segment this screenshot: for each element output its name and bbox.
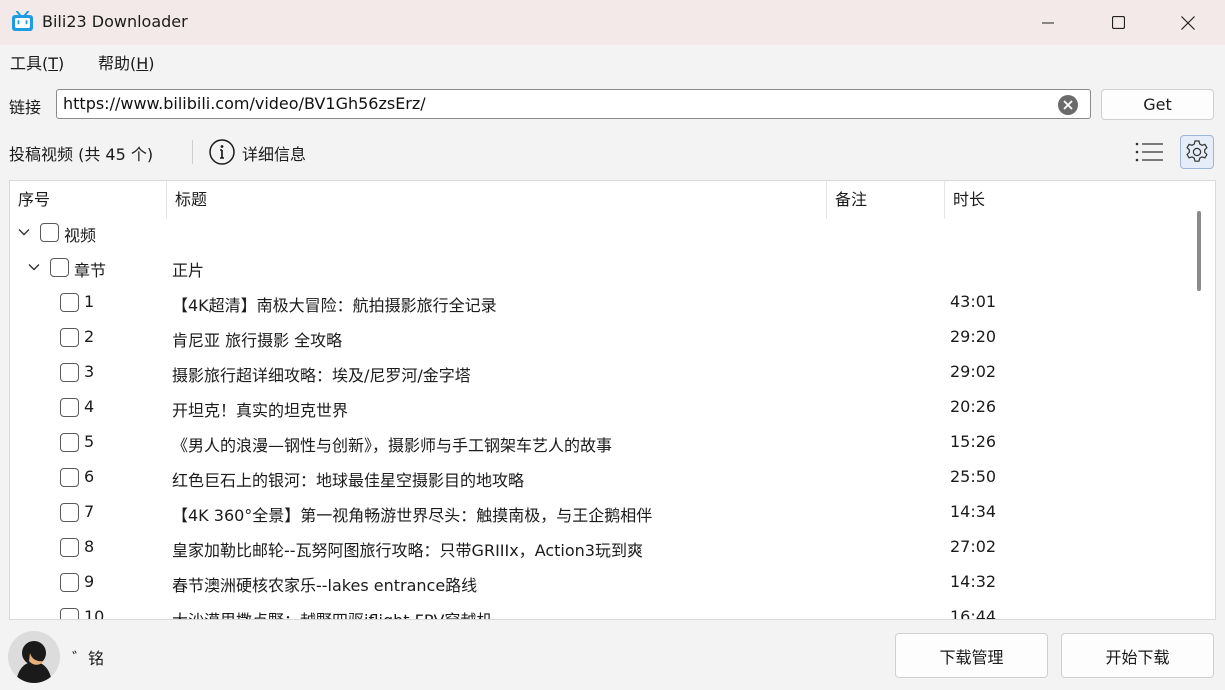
row-duration: 20:26 — [950, 397, 997, 416]
row-title: 摄影旅行超详细攻略：埃及/尼罗河/金字塔 — [172, 366, 471, 385]
tree-node-section[interactable]: 章节 正片 — [10, 250, 1187, 285]
checkbox[interactable] — [60, 328, 79, 347]
video-count-label: 投稿视频 (共 45 个) — [9, 145, 154, 164]
avatar[interactable] — [8, 631, 60, 683]
checkbox[interactable] — [50, 258, 69, 277]
table-row[interactable]: 6 红色巨石上的银河：地球最佳星空摄影目的地攻略 25:50 — [10, 460, 1187, 495]
url-input-value: https://www.bilibili.com/video/BV1Gh56zs… — [63, 94, 426, 113]
divider — [192, 140, 193, 164]
table-row[interactable]: 7 【4K 360°全景】第一视角畅游世界尽头：触摸南极，与王企鹅相伴 14:3… — [10, 495, 1187, 530]
row-index: 5 — [84, 432, 95, 451]
row-index: 4 — [84, 397, 95, 416]
checkbox[interactable] — [60, 293, 79, 312]
start-download-button[interactable]: 开始下载 — [1061, 633, 1214, 678]
row-title: 皇家加勒比邮轮--瓦努阿图旅行攻略：只带GRIIIx，Action3玩到爽 — [172, 541, 643, 560]
url-label: 链接 — [9, 98, 42, 117]
row-title: 【4K 360°全景】第一视角畅游世界尽头：触摸南极，与王企鹅相伴 — [172, 506, 653, 525]
clear-input-icon[interactable] — [1057, 94, 1079, 116]
username: ゛铭 — [72, 649, 105, 668]
row-duration: 16:44 — [950, 607, 997, 620]
row-title: 春节澳洲硬核农家乐--lakes entrance路线 — [172, 576, 478, 595]
row-index: 8 — [84, 537, 95, 556]
avatar-image — [8, 631, 60, 683]
table-header: 序号 标题 备注 时长 — [10, 181, 1187, 219]
table-row[interactable]: 4 开坦克！真实的坦克世界 20:26 — [10, 390, 1187, 425]
row-duration: 14:34 — [950, 502, 997, 521]
row-title: 红色巨石上的银河：地球最佳星空摄影目的地攻略 — [172, 471, 525, 490]
row-title: 《男人的浪漫—钢性与创新》，摄影师与手工钢架车艺人的故事 — [172, 436, 613, 455]
column-header-duration[interactable]: 时长 — [945, 181, 985, 219]
settings-button[interactable] — [1180, 135, 1214, 169]
download-manager-button[interactable]: 下载管理 — [895, 633, 1048, 678]
checkbox[interactable] — [60, 398, 79, 417]
get-button[interactable]: Get — [1101, 89, 1214, 120]
row-duration: 25:50 — [950, 467, 997, 486]
menu-help[interactable]: 帮助(H) — [98, 50, 155, 74]
minimize-icon — [1042, 22, 1054, 23]
maximize-button[interactable] — [1083, 0, 1153, 45]
tree-node-label: 视频 — [64, 226, 97, 245]
title-bar: Bili23 Downloader — [0, 0, 1225, 45]
row-duration: 29:20 — [950, 327, 997, 346]
row-duration: 43:01 — [950, 292, 997, 311]
chevron-down-icon[interactable] — [26, 259, 42, 275]
close-icon — [1181, 15, 1195, 30]
section-title: 正片 — [172, 261, 205, 280]
close-button[interactable] — [1153, 0, 1223, 45]
row-index: 9 — [84, 572, 95, 591]
menu-bar: 工具(T) 帮助(H) — [0, 45, 1225, 75]
checkbox[interactable] — [40, 223, 59, 242]
info-icon[interactable] — [208, 138, 236, 166]
checkbox[interactable] — [60, 538, 79, 557]
row-duration: 14:32 — [950, 572, 997, 591]
maximize-icon — [1111, 16, 1125, 29]
checkbox[interactable] — [60, 468, 79, 487]
table-row[interactable]: 2 肯尼亚 旅行摄影 全攻略 29:20 — [10, 320, 1187, 355]
row-duration: 29:02 — [950, 362, 997, 381]
row-index: 6 — [84, 467, 95, 486]
tree-node-label: 章节 — [74, 261, 107, 280]
table-row[interactable]: 3 摄影旅行超详细攻略：埃及/尼罗河/金字塔 29:02 — [10, 355, 1187, 390]
chevron-down-icon[interactable] — [16, 224, 32, 240]
checkbox[interactable] — [60, 503, 79, 522]
row-title: 大沙漠里撒点野：越野四驱iflight FPV穿越机 — [172, 607, 492, 619]
row-duration: 15:26 — [950, 432, 997, 451]
column-header-note[interactable]: 备注 — [827, 181, 867, 219]
url-row: 链接 https://www.bilibili.com/video/BV1Gh5… — [0, 84, 1225, 124]
checkbox[interactable] — [60, 433, 79, 452]
column-header-index[interactable]: 序号 — [10, 181, 50, 219]
menu-tools[interactable]: 工具(T) — [10, 50, 64, 74]
row-index: 10 — [84, 607, 105, 620]
checkbox[interactable] — [60, 363, 79, 382]
table-row[interactable]: 9 春节澳洲硬核农家乐--lakes entrance路线 14:32 — [10, 565, 1187, 600]
row-index: 7 — [84, 502, 95, 521]
checkbox[interactable] — [60, 608, 79, 619]
row-title: 【4K超清】南极大冒险：航拍摄影旅行全记录 — [172, 296, 497, 315]
column-header-title[interactable]: 标题 — [167, 181, 207, 219]
bilibili-tv-icon — [12, 11, 33, 31]
footer: ゛铭 下载管理 开始下载 — [0, 625, 1225, 690]
row-index: 1 — [84, 292, 95, 311]
row-index: 3 — [84, 362, 95, 381]
window-title: Bili23 Downloader — [42, 12, 188, 31]
table-row[interactable]: 8 皇家加勒比邮轮--瓦努阿图旅行攻略：只带GRIIIx，Action3玩到爽 … — [10, 530, 1187, 565]
row-title: 肯尼亚 旅行摄影 全攻略 — [172, 331, 343, 350]
url-input[interactable]: https://www.bilibili.com/video/BV1Gh56zs… — [56, 89, 1091, 119]
video-tree-list[interactable]: 序号 标题 备注 时长 视频 章节 正片 1 【4K超清】南极大冒险：航拍摄影旅… — [9, 180, 1216, 620]
row-title: 开坦克！真实的坦克世界 — [172, 401, 349, 420]
row-duration: 27:02 — [950, 537, 997, 556]
checkbox[interactable] — [60, 573, 79, 592]
list-view-icon[interactable] — [1132, 135, 1166, 169]
gear-icon — [1186, 140, 1208, 162]
info-row: 投稿视频 (共 45 个) 详细信息 — [0, 132, 1225, 172]
detail-info-link[interactable]: 详细信息 — [242, 141, 306, 165]
table-row[interactable]: 5 《男人的浪漫—钢性与创新》，摄影师与手工钢架车艺人的故事 15:26 — [10, 425, 1187, 460]
scrollbar-thumb[interactable] — [1197, 211, 1201, 291]
table-row[interactable]: 10 大沙漠里撒点野：越野四驱iflight FPV穿越机 16:44 — [10, 600, 1187, 620]
row-index: 2 — [84, 327, 95, 346]
minimize-button[interactable] — [1013, 0, 1083, 45]
tree-node-video[interactable]: 视频 — [10, 215, 1187, 250]
table-row[interactable]: 1 【4K超清】南极大冒险：航拍摄影旅行全记录 43:01 — [10, 285, 1187, 320]
